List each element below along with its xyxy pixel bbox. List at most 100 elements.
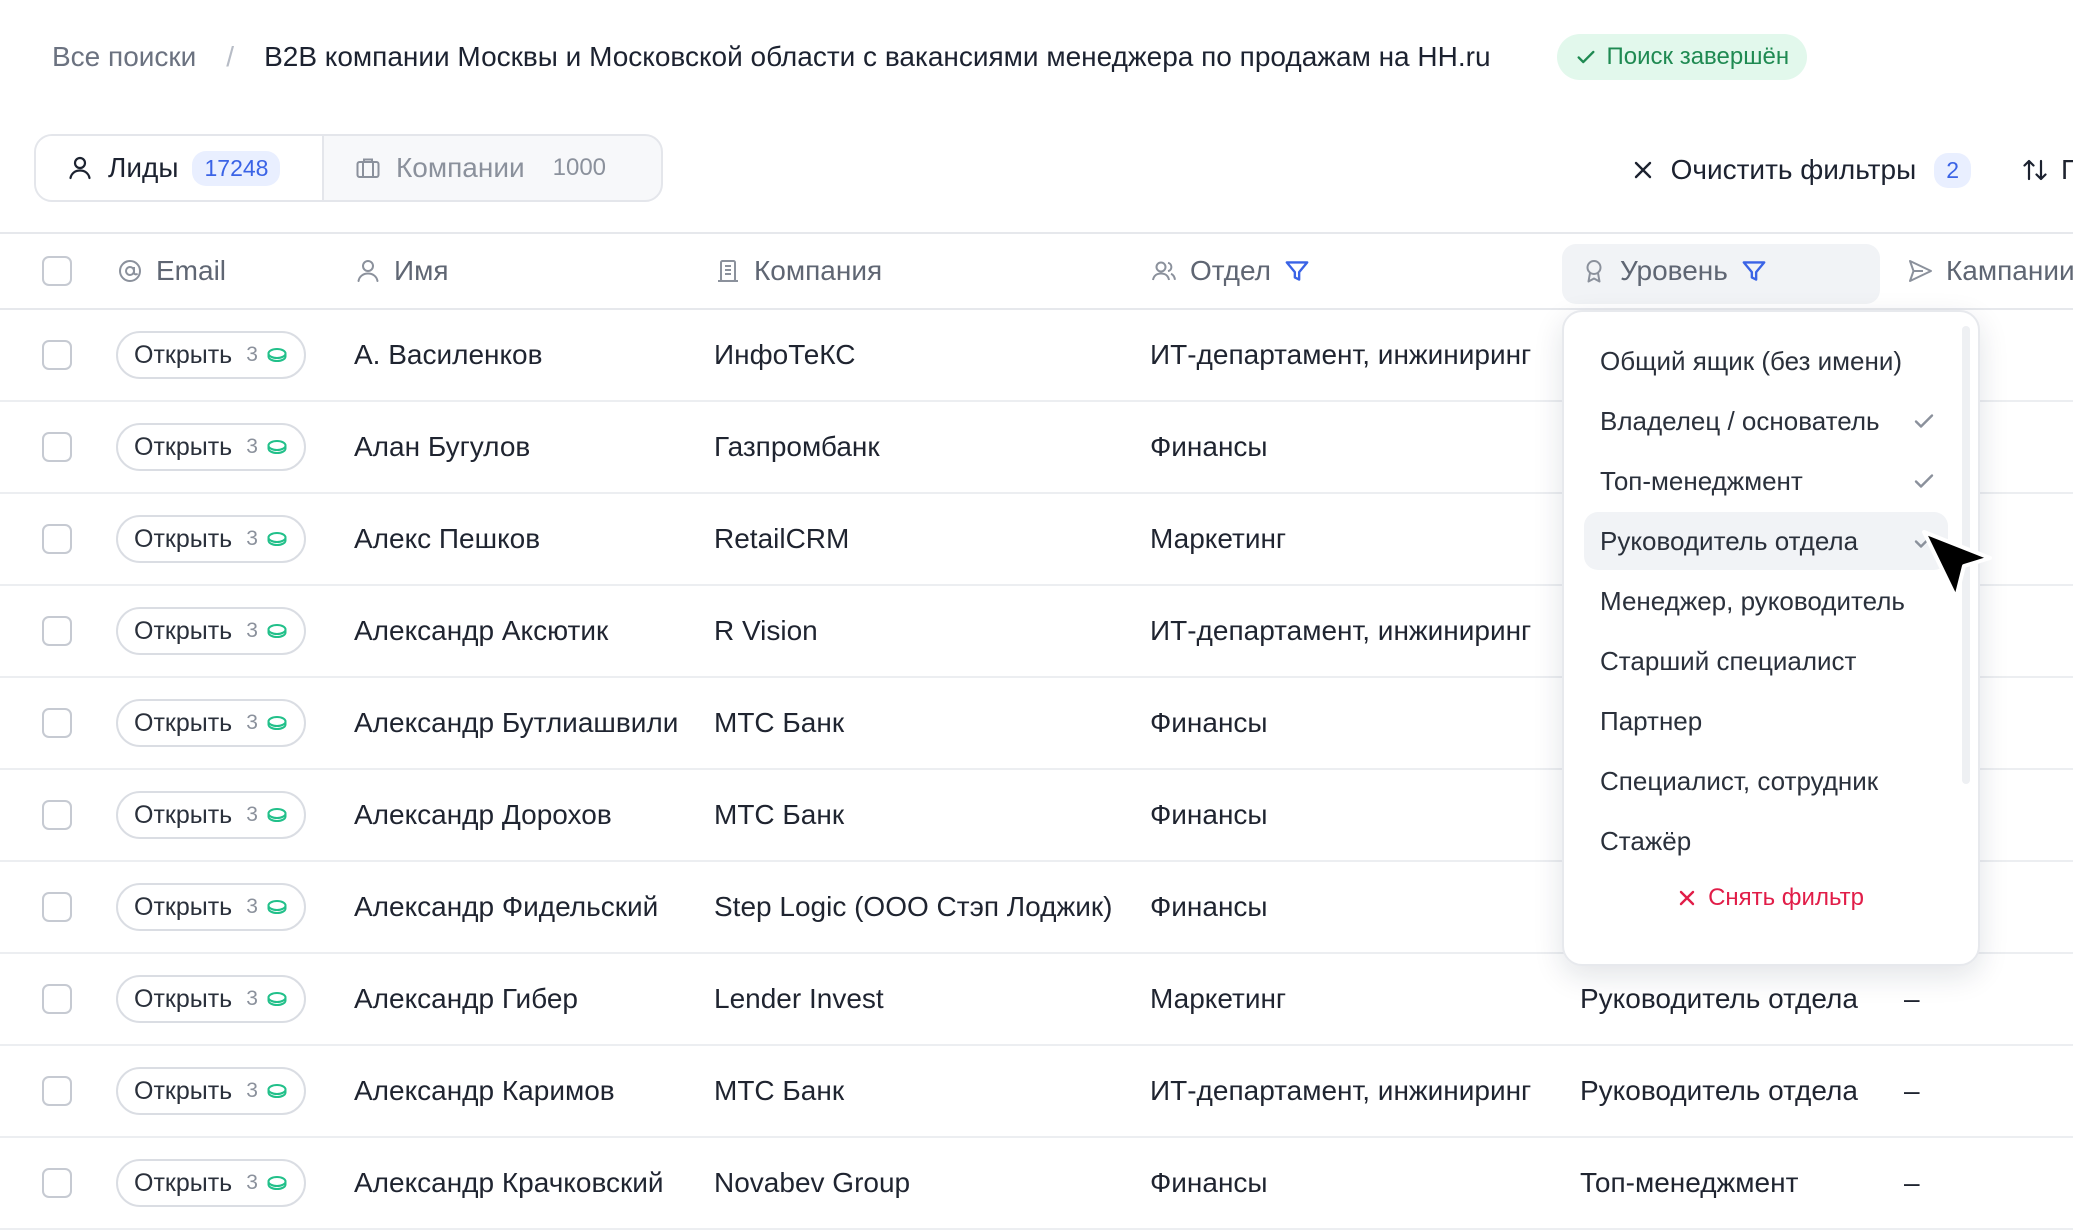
cell-name: А. Василенков [354,339,543,370]
level-option[interactable]: Стажёр [1584,812,1948,870]
cell-department: Маркетинг [1150,983,1287,1014]
briefcase-icon [356,158,380,178]
column-name-label: Имя [394,255,449,286]
level-option[interactable]: Специалист, сотрудник [1584,752,1948,810]
open-email-button[interactable]: Открыть 3 [116,331,306,379]
remove-filter-label: Снять фильтр [1708,884,1864,911]
open-email-button[interactable]: Открыть 3 [116,975,306,1023]
table-row[interactable]: Открыть 3 Александр Гибер Lender Invest Марк… [0,954,2073,1046]
row-checkbox[interactable] [42,1168,72,1198]
mouse-cursor-icon [1922,530,1992,600]
at-icon [119,260,141,282]
open-email-button[interactable]: Открыть 3 [116,699,306,747]
cell-name: Александр Аксютик [354,615,609,646]
open-email-label: Открыть [134,432,233,461]
tab-companies[interactable]: Компании 1000 [324,136,636,200]
tab-companies-count: 1000 [552,154,607,181]
row-checkbox[interactable] [42,1076,72,1106]
open-email-button[interactable]: Открыть 3 [116,1159,306,1207]
close-icon [1679,890,1695,906]
clear-filters-label: Очистить фильтры [1670,154,1917,185]
toolbar-actions: Очистить фильтры 2 П [1633,142,2073,198]
row-checkbox[interactable] [42,708,72,738]
users-icon [1152,261,1176,281]
open-email-button[interactable]: Открыть 3 [116,883,306,931]
cell-company: Lender Invest [714,983,884,1014]
checkmark-icon [1914,414,1934,428]
level-option[interactable]: Руководитель отдела [1584,512,1948,570]
cell-department: ИТ-департамент, инжиниринг [1150,615,1532,646]
filter-icon[interactable] [1740,257,1768,285]
select-all-checkbox[interactable] [42,256,72,286]
cell-name: Александр Бутлиашвили [354,707,679,738]
row-checkbox[interactable] [42,800,72,830]
tab-leads-count: 17248 [192,150,281,186]
remove-filter-button[interactable]: Снять фильтр [1564,884,1978,912]
row-checkbox[interactable] [42,616,72,646]
sort-icon [2023,159,2047,181]
cell-name: Александр Крачковский [354,1167,664,1198]
level-option[interactable]: Менеджер, руководитель [1584,572,1948,630]
cell-department: Финансы [1150,1167,1268,1198]
column-header-name[interactable]: Имя [354,234,449,308]
clear-filters-button[interactable]: Очистить фильтры 2 [1633,152,1971,188]
cell-company: Step Logic (ООО Стэп Лоджик) [714,891,1113,922]
row-checkbox[interactable] [42,984,72,1014]
sort-label: П [2061,154,2073,185]
column-department-label: Отдел [1190,255,1271,286]
open-email-button[interactable]: Открыть 3 [116,515,306,563]
tab-leads[interactable]: Лиды 17248 [36,136,324,200]
open-cost: 3 [246,1171,258,1194]
cell-name: Алекс Пешков [354,523,541,554]
open-cost: 3 [246,343,258,366]
column-header-level[interactable]: Уровень [1580,234,1768,308]
open-email-button[interactable]: Открыть 3 [116,1067,306,1115]
open-email-button[interactable]: Открыть 3 [116,423,306,471]
column-header-company[interactable]: Компания [714,234,882,308]
open-email-label: Открыть [134,1168,233,1197]
open-email-button[interactable]: Открыть 3 [116,607,306,655]
cell-department: Финансы [1150,707,1268,738]
table-row[interactable]: Открыть 3 Александр Крачковский Novabev Gro… [0,1138,2073,1230]
open-email-label: Открыть [134,616,233,645]
open-cost: 3 [246,527,258,550]
sort-button[interactable]: П [2021,154,2073,186]
column-header-department[interactable]: Отдел [1150,234,1311,308]
open-email-label: Открыть [134,984,233,1013]
row-checkbox[interactable] [42,524,72,554]
level-option-label: Стажёр [1600,825,1692,856]
row-checkbox[interactable] [42,892,72,922]
open-email-label: Открыть [134,340,233,369]
coin-icon [267,808,287,823]
cell-campaigns: – [1904,1167,1920,1198]
level-option[interactable]: Общий ящик (без имени) [1584,332,1948,390]
cell-department: Маркетинг [1150,523,1287,554]
award-icon [1586,260,1602,283]
active-filters-count: 2 [1934,152,1971,188]
cell-name: Александр Каримов [354,1075,615,1106]
coin-icon [267,716,287,731]
row-checkbox[interactable] [42,432,72,462]
open-email-button[interactable]: Открыть 3 [116,791,306,839]
cell-company: RetailCRM [714,523,850,554]
coin-icon [267,440,287,455]
cell-company: R Vision [714,615,818,646]
row-checkbox[interactable] [42,340,72,370]
level-filter-dropdown: Общий ящик (без имени) Владелец / основат… [1562,310,1980,966]
status-text: Поиск завершён [1606,43,1790,70]
coin-icon [267,900,287,915]
breadcrumb-all-searches[interactable]: Все поиски [52,41,196,73]
column-header-campaigns[interactable]: Кампании [1906,234,2073,308]
table-row[interactable]: Открыть 3 Александр Каримов МТС Банк ИТ-депа… [0,1046,2073,1138]
level-option[interactable]: Топ-менеджмент [1584,452,1948,510]
cell-company: ИнфоТеКС [714,339,856,370]
open-cost: 3 [246,435,258,458]
open-email-label: Открыть [134,892,233,921]
level-option[interactable]: Владелец / основатель [1584,392,1948,450]
filter-icon[interactable] [1283,257,1311,285]
open-email-label: Открыть [134,1076,233,1105]
level-option[interactable]: Старший специалист [1584,632,1948,690]
cell-name: Алан Бугулов [354,431,531,462]
level-option[interactable]: Партнер [1584,692,1948,750]
column-header-email[interactable]: Email [116,234,226,308]
